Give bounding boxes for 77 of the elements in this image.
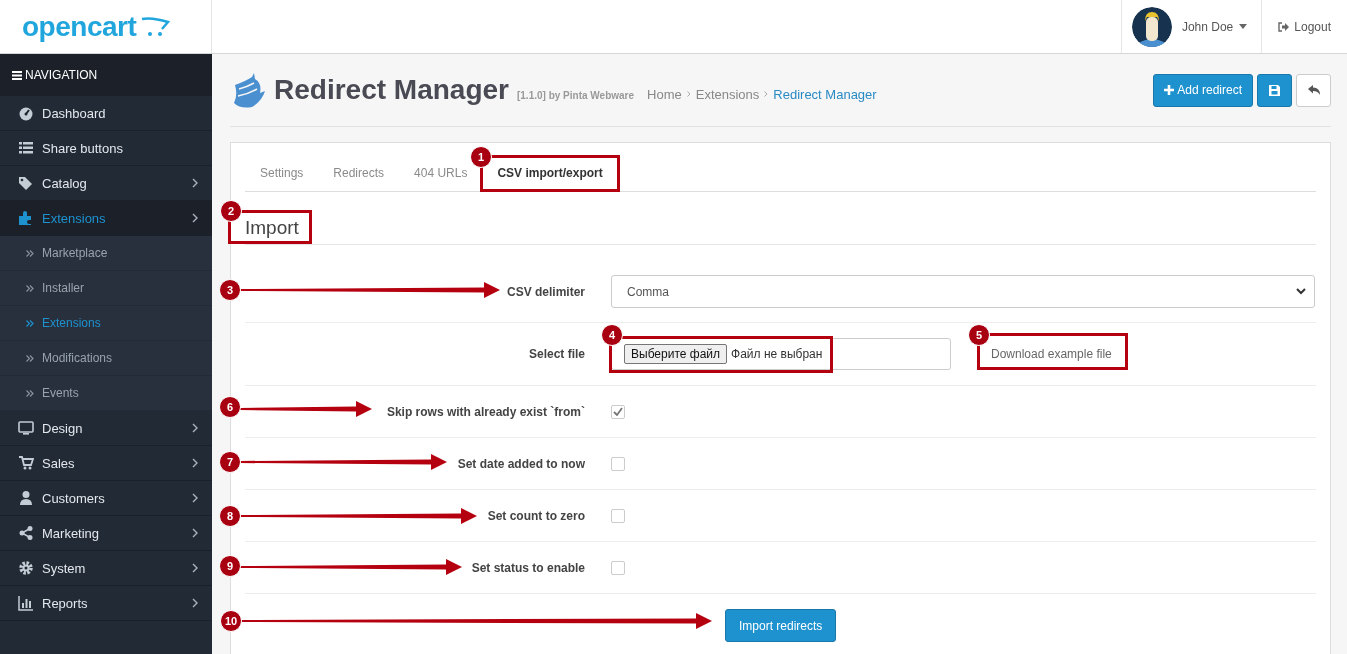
save-icon <box>1269 84 1280 96</box>
sidebar-item[interactable]: Customers <box>0 481 212 516</box>
annotation-marker: 3 <box>219 279 241 301</box>
submenu-item[interactable]: Events <box>0 376 212 411</box>
annotation-marker: 6 <box>219 396 241 418</box>
logout-link[interactable]: Logout <box>1261 0 1347 53</box>
back-button[interactable] <box>1296 73 1331 107</box>
annotation-marker: 10 <box>220 610 242 632</box>
chevron-down-icon <box>1296 288 1306 295</box>
submenu-item[interactable]: Marketplace <box>0 236 212 271</box>
sidebar-item[interactable]: Reports <box>0 586 212 621</box>
plus-icon <box>1164 85 1175 95</box>
sidebar-item[interactable]: Design <box>0 411 212 446</box>
option-label: Skip rows with already exist `from` <box>386 404 585 419</box>
breadcrumb-separator-icon <box>764 91 769 97</box>
checkbox[interactable] <box>611 560 625 575</box>
tab[interactable]: 404 URLs <box>399 166 483 180</box>
option-label: Set date added to now <box>457 456 585 471</box>
cart-icon <box>18 455 34 471</box>
save-button[interactable] <box>1257 73 1292 107</box>
sidebar-item[interactable]: System <box>0 551 212 586</box>
option-label: Set count to zero <box>487 508 585 523</box>
double-chevron-icon <box>26 354 34 362</box>
sidebar-item[interactable]: Extensions <box>0 201 212 236</box>
monitor-icon <box>18 420 34 436</box>
choose-file-button[interactable]: Выберите файл <box>624 344 728 364</box>
tab[interactable]: Settings <box>245 166 319 180</box>
double-chevron-icon <box>26 389 34 397</box>
tab[interactable]: CSV import/export <box>482 166 618 180</box>
version-text: [1.1.0] by Pinta Webware <box>516 89 635 101</box>
file-status-text: Файл не выбран <box>731 347 823 361</box>
navigation-heading[interactable]: NAVIGATION <box>0 54 212 96</box>
field-label: CSV delimiter <box>506 284 585 299</box>
tags-icon <box>18 175 34 191</box>
puzzle-icon <box>18 210 34 226</box>
section-heading: Import <box>245 196 1316 245</box>
sidebar-item[interactable]: Dashboard <box>0 96 212 131</box>
double-chevron-icon <box>26 249 34 257</box>
page-title: Redirect Manager <box>274 74 509 106</box>
download-example-link[interactable]: Download example file <box>991 347 1112 361</box>
annotation-marker: 8 <box>219 505 241 527</box>
import-redirects-button[interactable]: Import redirects <box>725 609 837 642</box>
annotation-marker: 2 <box>220 200 242 222</box>
annotation-marker: 7 <box>219 451 241 473</box>
sidebar-item[interactable]: Share buttons <box>0 131 212 166</box>
submenu-item[interactable]: Modifications <box>0 341 212 376</box>
list-icon <box>18 140 34 156</box>
annotation-marker: 9 <box>219 555 241 577</box>
menu-icon <box>12 70 22 80</box>
checkbox[interactable] <box>611 508 625 523</box>
share-icon <box>18 525 34 541</box>
checkbox[interactable] <box>611 456 625 471</box>
file-input-field[interactable]: Выберите файл Файл не выбран <box>611 338 951 370</box>
option-label: Set status to enable <box>471 560 585 575</box>
submenu-item[interactable]: Extensions <box>0 306 212 341</box>
gear-icon <box>18 560 34 576</box>
delimiter-select[interactable]: Comma <box>611 275 1315 308</box>
bar-chart-icon <box>18 595 34 611</box>
cart-logo-icon <box>140 15 171 38</box>
user-menu[interactable]: John Doe <box>1181 19 1248 34</box>
submenu-item[interactable]: Installer <box>0 271 212 306</box>
tab[interactable]: Redirects <box>318 166 400 180</box>
reply-arrow-icon <box>1307 85 1320 95</box>
sidebar-item[interactable]: Marketing <box>0 516 212 551</box>
dashboard-gauge-icon <box>18 105 34 121</box>
breadcrumb-separator-icon <box>686 91 691 97</box>
sidebar-item[interactable]: Sales <box>0 446 212 481</box>
sign-out-icon <box>1278 21 1290 32</box>
add-redirect-button[interactable]: Add redirect <box>1153 73 1253 107</box>
checkbox[interactable] <box>611 404 625 419</box>
double-chevron-icon <box>26 319 34 327</box>
field-label: Select file <box>528 347 585 361</box>
avatar-icon <box>1131 6 1172 47</box>
person-icon <box>18 490 34 506</box>
breadcrumb-link[interactable]: Redirect Manager <box>773 86 877 102</box>
caret-icon <box>1239 24 1248 29</box>
double-chevron-icon <box>26 284 34 292</box>
